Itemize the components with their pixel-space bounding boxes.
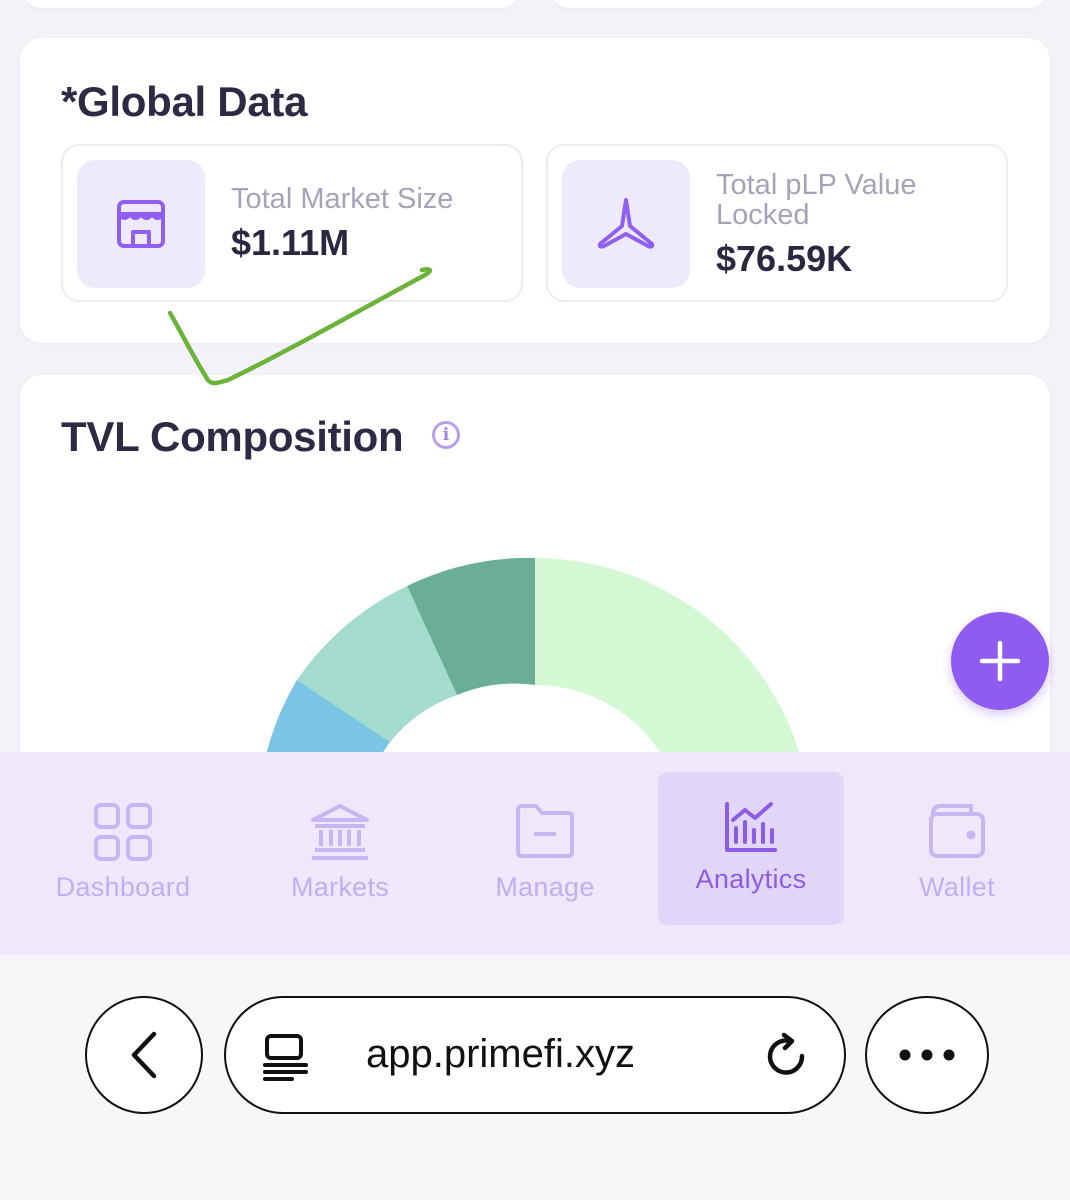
more-icon (899, 1049, 955, 1061)
folder-icon (514, 802, 576, 865)
chart-icon (723, 800, 779, 859)
more-button[interactable] (865, 996, 989, 1114)
tab-markets[interactable]: Markets (240, 752, 440, 955)
address-bar[interactable]: app.primefi.xyz (224, 996, 846, 1114)
tab-manage[interactable]: Manage (445, 752, 645, 955)
tab-label: Analytics (695, 864, 807, 894)
bank-icon (309, 802, 371, 867)
url-text: app.primefi.xyz (366, 1032, 635, 1076)
checkmark-annotation (167, 267, 433, 386)
wallet-icon (927, 802, 987, 865)
grid-icon (93, 802, 153, 867)
tab-dashboard[interactable]: Dashboard (23, 752, 223, 955)
tab-wallet[interactable]: Wallet (857, 752, 1057, 955)
add-button[interactable] (951, 612, 1049, 710)
tab-analytics[interactable]: Analytics (658, 752, 858, 955)
plus-icon (979, 640, 1021, 682)
reader-icon[interactable] (262, 1032, 310, 1082)
tab-label: Markets (290, 872, 390, 902)
back-button[interactable] (85, 996, 203, 1114)
bottom-tab-bar: Dashboard Markets Manage Analytics Walle… (0, 752, 1070, 955)
back-icon (131, 1031, 157, 1079)
tab-label: Dashboard (55, 872, 191, 902)
reload-icon[interactable] (764, 1032, 812, 1082)
tab-label: Manage (495, 872, 595, 902)
tab-label: Wallet (919, 872, 995, 902)
